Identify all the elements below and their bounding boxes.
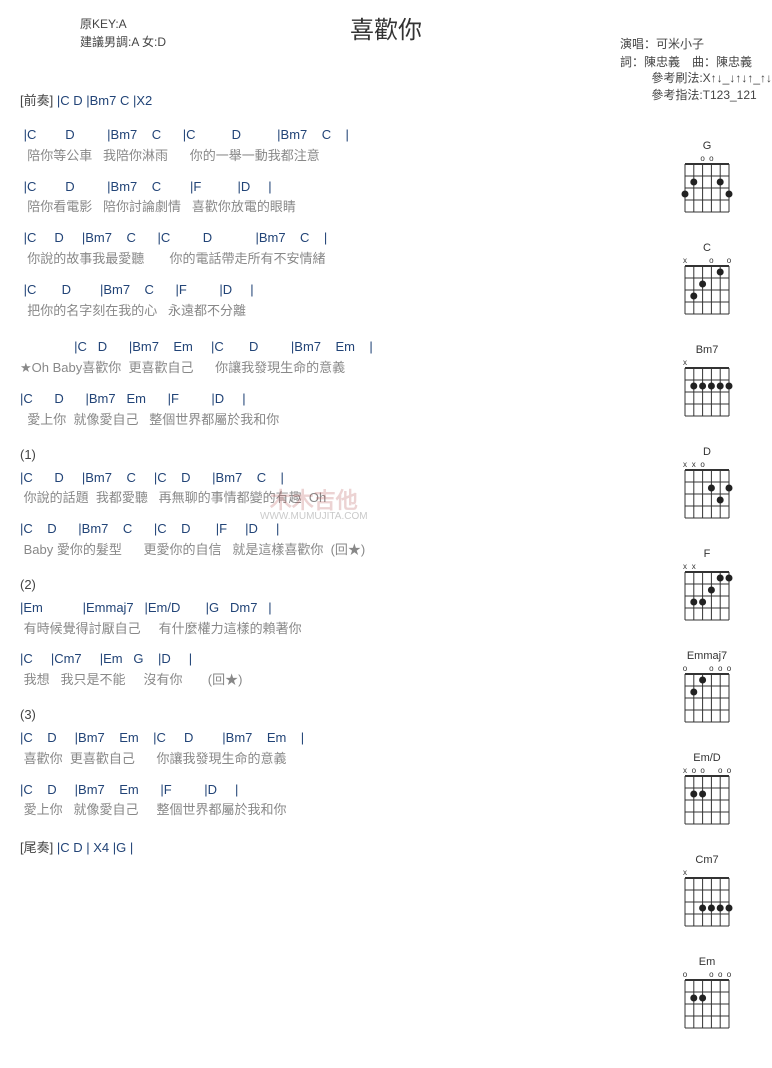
- lyric-line: 你說的話題 我都愛聽 再無聊的事情都變的有趣 Oh: [20, 488, 652, 509]
- svg-text:o: o: [683, 970, 688, 979]
- lyric-line: Baby 愛你的髮型 更愛你的自信 就是這樣喜歡你 (回★): [20, 540, 652, 561]
- svg-text:x: x: [692, 460, 696, 469]
- chord-line: |C D |Bm7 Em |F |D |: [20, 780, 652, 801]
- svg-text:o: o: [727, 256, 732, 265]
- svg-text:x: x: [683, 766, 687, 775]
- reference-patterns: 參考刷法:X↑↓_↓↑↓↑_↑↓ 參考指法:T123_121: [651, 70, 772, 104]
- credits: 演唱：可米小子 詞：陳忠義 曲：陳忠義: [620, 35, 752, 71]
- lyric-line-pair: |C |Cm7 |Em G |D | 我想 我只是不能 沒有你 (回★): [20, 649, 652, 691]
- chord-line: |Em |Emmaj7 |Em/D |G Dm7 |: [20, 598, 652, 619]
- chord-line: |C D |Bm7 C |C D |F |D |: [20, 519, 652, 540]
- chord-name-label: Em: [662, 956, 752, 968]
- lyric-line-pair: |C D |Bm7 Em |C D |Bm7 Em | 喜歡你 更喜歡自己 你讓…: [20, 728, 652, 770]
- chord-diagram-column: GooCxooBm7xDxxoFxxEmmaj7ooooEm/DxooooCm7…: [662, 90, 752, 1058]
- lyric-line: 陪你看電影 陪你討論劇情 喜歡你放電的眼睛: [20, 197, 652, 218]
- lyric-line-pair: |C D |Bm7 C |C D |Bm7 C | 陪你等公車 我陪你淋雨 你的…: [20, 125, 652, 167]
- chord-name-label: C: [662, 242, 752, 254]
- chord-name-label: D: [662, 446, 752, 458]
- svg-text:x: x: [692, 562, 696, 571]
- chord-line: |C D |Bm7 C |F |D |: [20, 177, 652, 198]
- svg-text:o: o: [683, 664, 688, 673]
- svg-text:o: o: [727, 766, 732, 775]
- svg-text:o: o: [718, 970, 723, 979]
- lyric-line-pair: |C D |Bm7 C |F |D | 陪你看電影 陪你討論劇情 喜歡你放電的眼…: [20, 177, 652, 219]
- svg-text:x: x: [683, 868, 687, 877]
- chord-name-label: Emmaj7: [662, 650, 752, 662]
- chord-line: |C D |Bm7 Em |C D |Bm7 Em |: [20, 337, 652, 358]
- chord-line: |C |Cm7 |Em G |D |: [20, 649, 652, 670]
- chord-line: |C D |Bm7 C |C D |Bm7 C |: [20, 468, 652, 489]
- svg-text:x: x: [683, 358, 687, 367]
- lyric-line: 愛上你 就像愛自己 整個世界都屬於我和你: [20, 800, 652, 821]
- svg-text:o: o: [700, 460, 705, 469]
- chord-name-label: Bm7: [662, 344, 752, 356]
- lyric-line-pair: |C D |Bm7 Em |C D |Bm7 Em |★Oh Baby喜歡你 更…: [20, 337, 652, 379]
- svg-text:o: o: [709, 154, 714, 163]
- svg-text:o: o: [692, 766, 697, 775]
- lyric-line: 我想 我只是不能 沒有你 (回★): [20, 670, 652, 691]
- chord-diagram-cm7: Cm7 x: [662, 854, 752, 938]
- chord-diagram-f: Fxx: [662, 548, 752, 632]
- chord-line: |C D |Bm7 C |C D |Bm7 C |: [20, 228, 652, 249]
- lyric-line-pair: |C D |Bm7 C |F |D | 把你的名字刻在我的心 永遠都不分離: [20, 280, 652, 322]
- lyric-line: 陪你等公車 我陪你淋雨 你的一舉一動我都注意: [20, 146, 652, 167]
- lyric-line: 愛上你 就像愛自己 整個世界都屬於我和你: [20, 410, 652, 431]
- lyric-line: ★Oh Baby喜歡你 更喜歡自己 你讓我發現生命的意義: [20, 358, 652, 379]
- svg-text:o: o: [700, 154, 705, 163]
- chord-line: |C D |Bm7 Em |C D |Bm7 Em |: [20, 728, 652, 749]
- chord-name-label: Cm7: [662, 854, 752, 866]
- chord-name-label: Em/D: [662, 752, 752, 764]
- lyric-line-pair: |C D |Bm7 C |C D |F |D | Baby 愛你的髮型 更愛你的…: [20, 519, 652, 561]
- svg-text:o: o: [709, 256, 714, 265]
- lyric-line-pair: |C D |Bm7 Em |F |D | 愛上你 就像愛自己 整個世界都屬於我和…: [20, 389, 652, 431]
- chord-diagram-c: Cx o o: [662, 242, 752, 326]
- lyrics-column: [前奏] |C D |Bm7 C |X2 |C D |Bm7 C |C D |B…: [20, 90, 662, 1058]
- section-3: (3) |C D |Bm7 Em |C D |Bm7 Em | 喜歡你 更喜歡自…: [20, 707, 652, 821]
- chord-diagram-bm7: Bm7 x: [662, 344, 752, 428]
- chorus: |C D |Bm7 Em |C D |Bm7 Em |★Oh Baby喜歡你 更…: [20, 337, 652, 430]
- section-2: (2) |Em |Emmaj7 |Em/D |G Dm7 | 有時候覺得討厭自己…: [20, 577, 652, 691]
- chord-name-label: G: [662, 140, 752, 152]
- lyric-line: 你說的故事我最愛聽 你的電話帶走所有不安情緒: [20, 249, 652, 270]
- svg-text:x: x: [683, 256, 687, 265]
- chord-name-label: F: [662, 548, 752, 560]
- svg-text:o: o: [727, 664, 732, 673]
- lyric-line: 有時候覺得討厭自己 有什麼權力這樣的賴著你: [20, 619, 652, 640]
- chord-line: |C D |Bm7 C |C D |Bm7 C |: [20, 125, 652, 146]
- svg-text:o: o: [709, 664, 714, 673]
- key-info: 原KEY:A 建議男調:A 女:D: [80, 15, 166, 51]
- svg-text:o: o: [700, 766, 705, 775]
- lyric-line: 把你的名字刻在我的心 永遠都不分離: [20, 301, 652, 322]
- svg-text:o: o: [727, 970, 732, 979]
- lyric-line-pair: |C D |Bm7 C |C D |Bm7 C | 你說的話題 我都愛聽 再無聊…: [20, 468, 652, 510]
- lyric-line-pair: |C D |Bm7 C |C D |Bm7 C | 你說的故事我最愛聽 你的電話…: [20, 228, 652, 270]
- svg-text:o: o: [709, 970, 714, 979]
- svg-text:x: x: [683, 460, 687, 469]
- section-1: (1) |C D |Bm7 C |C D |Bm7 C | 你說的話題 我都愛聽…: [20, 447, 652, 561]
- chord-line: |C D |Bm7 Em |F |D |: [20, 389, 652, 410]
- verse-1: |C D |Bm7 C |C D |Bm7 C | 陪你等公車 我陪你淋雨 你的…: [20, 125, 652, 321]
- intro-section: [前奏] |C D |Bm7 C |X2: [20, 90, 652, 109]
- svg-text:o: o: [718, 766, 723, 775]
- chord-diagram-em: Emoooo: [662, 956, 752, 1040]
- chord-diagram-d: Dxxo: [662, 446, 752, 530]
- svg-text:x: x: [683, 562, 687, 571]
- chord-line: |C D |Bm7 C |F |D |: [20, 280, 652, 301]
- lyric-line: 喜歡你 更喜歡自己 你讓我發現生命的意義: [20, 749, 652, 770]
- chord-diagram-em-d: Em/Dxoooo: [662, 752, 752, 836]
- outro-section: [尾奏] |C D | X4 |G |: [20, 837, 652, 856]
- chord-diagram-emmaj7: Emmaj7oooo: [662, 650, 752, 734]
- lyric-line-pair: |Em |Emmaj7 |Em/D |G Dm7 | 有時候覺得討厭自己 有什麼…: [20, 598, 652, 640]
- lyric-line-pair: |C D |Bm7 Em |F |D | 愛上你 就像愛自己 整個世界都屬於我和…: [20, 780, 652, 822]
- svg-text:o: o: [718, 664, 723, 673]
- chord-diagram-g: Goo: [662, 140, 752, 224]
